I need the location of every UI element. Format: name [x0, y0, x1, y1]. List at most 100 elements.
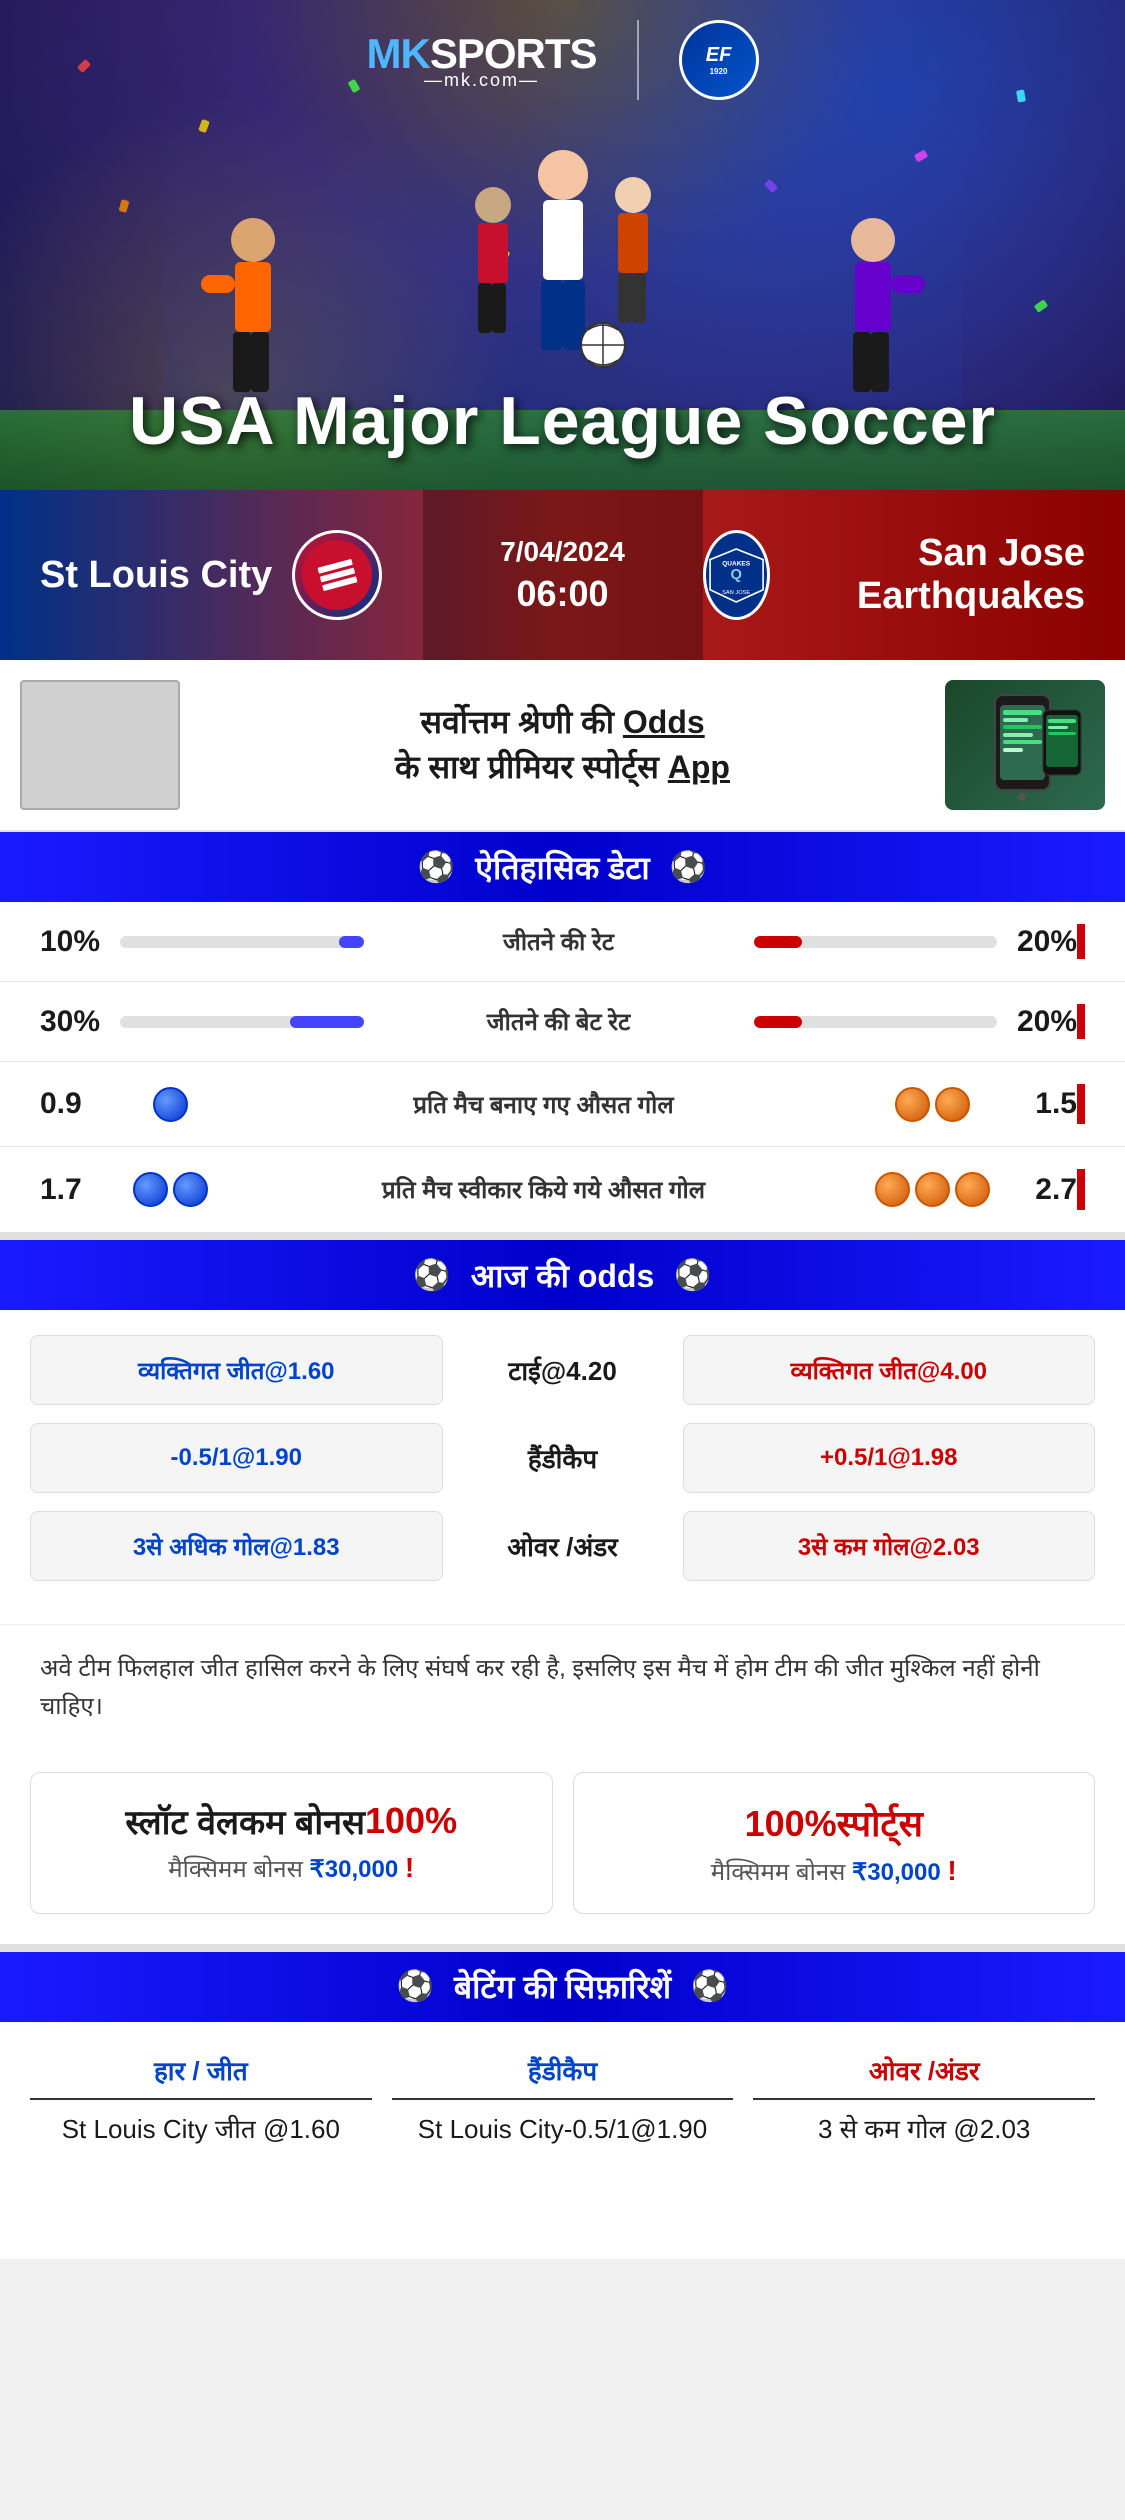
bonus-sports-exclaim: !	[947, 1855, 956, 1886]
odds-row-over-under: 3से अधिक गोल@1.83 ओवर /अंडर 3से कम गोल@2…	[30, 1511, 1095, 1581]
odds-row-win: व्यक्तिगत जीत@1.60 टाई@4.20 व्यक्तिगत जी…	[30, 1335, 1095, 1405]
bottom-padding	[0, 2219, 1125, 2259]
ball-icon-orange-2	[935, 1087, 970, 1122]
ball-icon-orange-4	[915, 1172, 950, 1207]
rec-col-over-under: ओवर /अंडर 3 से कम गोल @2.03	[753, 2052, 1095, 2149]
stat-row-bet-rate: 30% जीतने की बेट रेट 20%	[0, 982, 1125, 1062]
rec-value-win-loss: St Louis City जीत @1.60	[62, 2110, 340, 2149]
stat-bet-rate-fill-left	[290, 1016, 363, 1028]
red-accent-bar-3	[1077, 1084, 1085, 1124]
match-header: St Louis City 7/04/2024 06:00 QUAKES Q S…	[0, 490, 1125, 660]
historical-data-section: 10% जीतने की रेट 20% 30% जीतने की बेट रे…	[0, 902, 1125, 1232]
bonus-slots-sub-text: मैक्सिमम बोनस	[168, 1856, 303, 1883]
ball-icon-orange-3	[875, 1172, 910, 1207]
bonus-section: स्लॉट वेलकम बोनस 100% मैक्सिमम बोनस ₹30,…	[0, 1752, 1125, 1944]
stat-bet-rate-bar-left	[120, 1016, 364, 1028]
hero-banner: MKSPORTS —mk.com— EF 1920	[0, 0, 1125, 490]
rec-value-over-under: 3 से कम गोल @2.03	[818, 2110, 1030, 2149]
player2-svg	[813, 205, 933, 405]
home-team-name: St Louis City	[40, 554, 272, 597]
odds-home-win-btn[interactable]: व्यक्तिगत जीत@1.60	[30, 1335, 443, 1405]
stat-goals-conceded-icons-right	[867, 1172, 997, 1207]
empoli-letters: EF	[706, 44, 732, 67]
away-team-badge: QUAKES Q SAN JOSE	[703, 530, 770, 620]
bonus-card-sports[interactable]: 100%स्पोर्ट्स मैक्सिमम बोनस ₹30,000 !	[573, 1772, 1096, 1914]
stat-goals-scored-icons-right	[867, 1087, 997, 1122]
promo-banner: सर्वोत्तम श्रेणी की Odds के साथ प्रीमियर…	[0, 660, 1125, 832]
away-team-name: San Jose Earthquakes	[790, 532, 1085, 618]
section-divider-1	[0, 1232, 1125, 1240]
soccer-players-art	[163, 90, 963, 410]
ball-icon-bet-right: ⚽	[691, 1969, 728, 2004]
match-center-info: 7/04/2024 06:00	[423, 490, 703, 660]
stl-inner-badge	[302, 540, 372, 610]
bonus-card-slots[interactable]: स्लॉट वेलकम बोनस 100% मैक्सिमम बोनस ₹30,…	[30, 1772, 553, 1914]
ball-icon-blue-3	[173, 1172, 208, 1207]
match-analysis-text: अवे टीम फिलहाल जीत हासिल करने के लिए संघ…	[40, 1650, 1085, 1727]
info-text-section: अवे टीम फिलहाल जीत हासिल करने के लिए संघ…	[0, 1624, 1125, 1752]
player-svg	[463, 125, 663, 405]
stat-bet-rate-right-val: 20%	[997, 1005, 1077, 1039]
odds-over-home-btn[interactable]: 3से अधिक गोल@1.83	[30, 1511, 443, 1581]
ball-icon-left: ⚽	[418, 850, 455, 885]
ball-icon-odds-right: ⚽	[674, 1258, 711, 1293]
promo-image-placeholder	[20, 680, 180, 810]
quakes-badge-svg: QUAKES Q SAN JOSE	[706, 538, 767, 613]
odds-handicap-home-btn[interactable]: -0.5/1@1.90	[30, 1423, 443, 1493]
stat-win-rate-bar-left	[120, 936, 364, 948]
promo-line1: सर्वोत्तम श्रेणी की	[420, 704, 614, 740]
promo-text-area: सर्वोत्तम श्रेणी की Odds के साथ प्रीमियर…	[200, 700, 925, 790]
stat-goals-conceded-label: प्रति मैच स्वीकार किये गये औसत गोल	[220, 1173, 867, 1206]
stat-goals-scored-left-val: 0.9	[40, 1087, 120, 1121]
bonus-slots-exclaim: !	[405, 1852, 414, 1883]
mk-sports-branding: MKSPORTS —mk.com—	[366, 30, 596, 91]
stat-win-rate-left-val: 10%	[40, 925, 120, 959]
bonus-sports-amount: ₹30,000	[852, 1859, 941, 1886]
logo-area: MKSPORTS —mk.com— EF 1920	[366, 20, 758, 100]
stat-goals-scored-label: प्रति मैच बनाए गए औसत गोल	[220, 1088, 867, 1121]
svg-text:SAN JOSE: SAN JOSE	[722, 589, 750, 595]
stat-bet-rate-label: जीतने की बेट रेट	[384, 1005, 734, 1038]
bonus-sports-title-area: 100%स्पोर्ट्स	[599, 1798, 1070, 1847]
promo-hindi-text: सर्वोत्तम श्रेणी की Odds के साथ प्रीमियर…	[200, 700, 925, 790]
stat-goals-conceded-right-val: 2.7	[997, 1173, 1077, 1207]
stat-goals-scored-icons-left	[120, 1087, 220, 1122]
goalkeeper-svg	[193, 205, 313, 405]
ball-icon-odds-left: ⚽	[413, 1258, 450, 1293]
odds-away-win-btn[interactable]: व्यक्तिगत जीत@4.00	[683, 1335, 1096, 1405]
stat-goals-conceded-icons-left	[120, 1172, 220, 1207]
stat-win-rate-right-val: 20%	[997, 925, 1077, 959]
stat-goals-scored-right-val: 1.5	[997, 1087, 1077, 1121]
stl-logo-lines	[317, 559, 357, 591]
bonus-slots-sub: मैक्सिमम बोनस ₹30,000 !	[56, 1852, 527, 1885]
red-accent-bar-4	[1077, 1169, 1085, 1210]
stat-row-win-rate: 10% जीतने की रेट 20%	[0, 902, 1125, 982]
rec-header-handicap: हैंडीकैप	[528, 2052, 597, 2088]
odds-over-away-btn[interactable]: 3से कम गोल@2.03	[683, 1511, 1096, 1581]
bonus-slots-percent: 100%	[365, 1800, 457, 1842]
odds-section-header: ⚽ आज की odds ⚽	[0, 1240, 1125, 1310]
odds-handicap-label: हैंडीकैप	[463, 1440, 663, 1476]
odds-section: व्यक्तिगत जीत@1.60 टाई@4.20 व्यक्तिगत जी…	[0, 1310, 1125, 1624]
bonus-slots-title: स्लॉट वेलकम बोनस	[125, 1798, 365, 1844]
odds-handicap-away-btn[interactable]: +0.5/1@1.98	[683, 1423, 1096, 1493]
stat-row-goals-conceded: 1.7 प्रति मैच स्वीकार किये गये औसत गोल 2…	[0, 1147, 1125, 1232]
rec-col-handicap: हैंडीकैप St Louis City-0.5/1@1.90	[392, 2052, 734, 2149]
odds-row-handicap: -0.5/1@1.90 हैंडीकैप +0.5/1@1.98	[30, 1423, 1095, 1493]
app-mockup-svg	[965, 685, 1085, 805]
rec-divider-1	[30, 2098, 372, 2100]
odds-tie-btn[interactable]: टाई@4.20	[463, 1352, 663, 1388]
match-time: 06:00	[516, 573, 608, 615]
bonus-slots-amount: ₹30,000	[310, 1856, 399, 1883]
stat-win-rate-label: जीतने की रेट	[384, 925, 734, 958]
red-accent-bar-2	[1077, 1004, 1085, 1039]
logo-divider	[637, 20, 639, 100]
odds-over-label: ओवर /अंडर	[463, 1528, 663, 1564]
stat-row-goals-scored: 0.9 प्रति मैच बनाए गए औसत गोल 1.5	[0, 1062, 1125, 1147]
promo-odds-word: Odds	[623, 704, 705, 740]
home-team-section: St Louis City	[0, 530, 423, 620]
betting-rec-header: ⚽ बेटिंग की सिफ़ारिशें ⚽	[0, 1952, 1125, 2022]
stat-bet-rate-fill-right	[754, 1016, 803, 1028]
ball-icon-right: ⚽	[670, 850, 707, 885]
svg-text:QUAKES: QUAKES	[722, 560, 751, 567]
